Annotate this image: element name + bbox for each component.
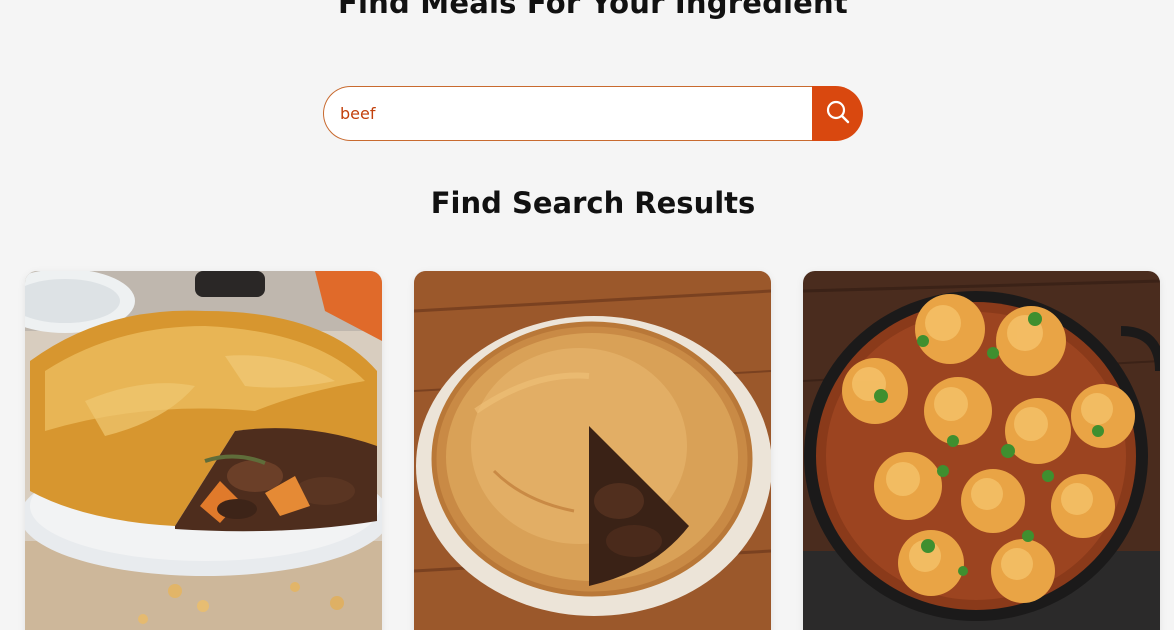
page-title: Find Meals For Your Ingredient	[338, 0, 848, 20]
results-heading: Find Search Results	[430, 186, 756, 220]
page: Find Meals For Your Ingredient Find Sear…	[0, 0, 1174, 630]
search-input[interactable]	[323, 86, 812, 141]
meal-card[interactable]	[414, 271, 771, 630]
meal-card[interactable]	[25, 271, 382, 630]
meal-card[interactable]	[803, 271, 1160, 630]
search-bar	[323, 86, 863, 141]
beef-pie-image	[25, 271, 382, 630]
steak-pie-image	[414, 271, 771, 630]
beef-cobbler-image	[803, 271, 1160, 630]
search-button[interactable]	[812, 86, 863, 141]
search-icon	[825, 99, 851, 128]
